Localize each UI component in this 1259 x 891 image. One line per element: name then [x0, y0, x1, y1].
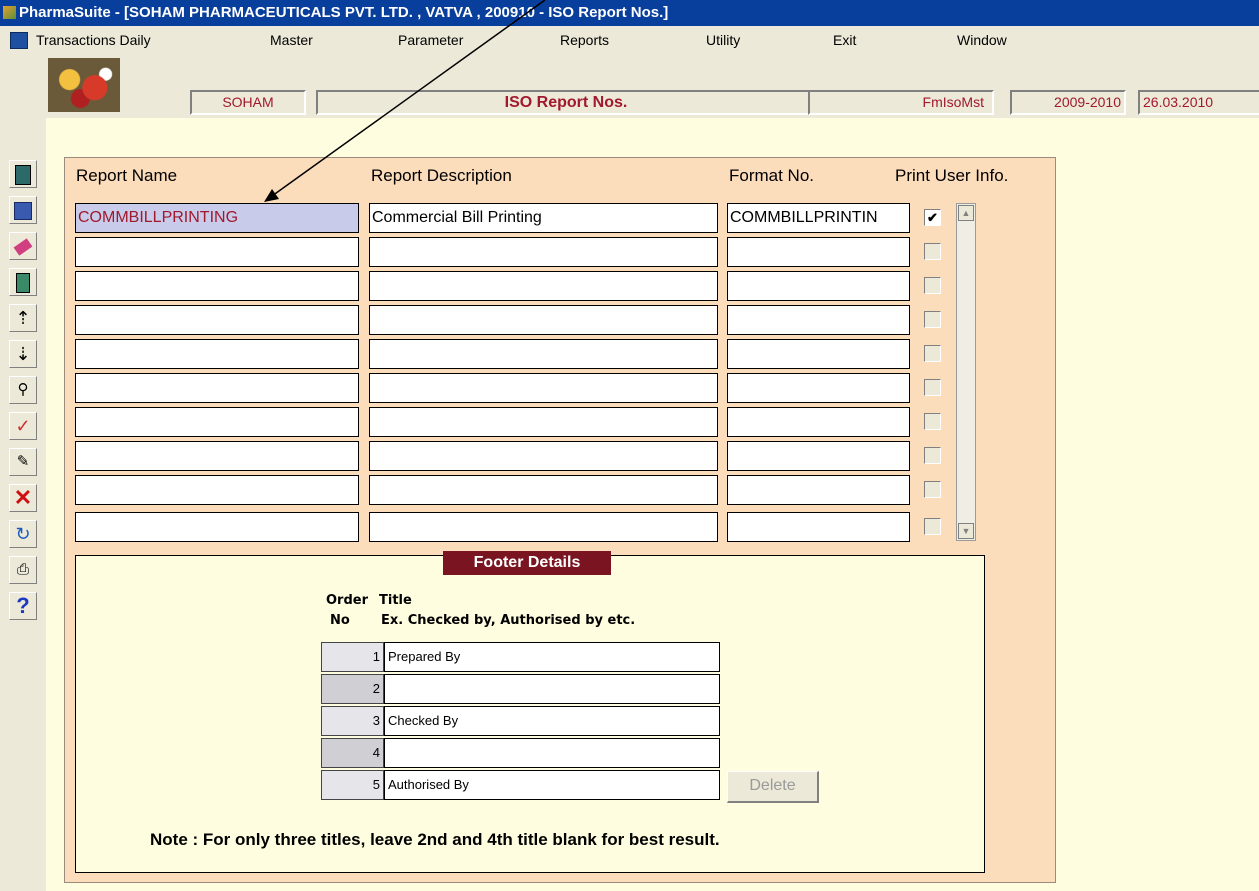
format-no-cell[interactable] — [727, 475, 910, 505]
report-name-cell[interactable] — [75, 512, 359, 542]
order-no-cell: 5 — [321, 770, 384, 800]
report-name-cell[interactable] — [75, 407, 359, 437]
report-description-cell[interactable] — [369, 339, 718, 369]
date-field: 26.03.2010 — [1138, 90, 1259, 115]
footer-title-input[interactable]: Prepared By — [384, 642, 720, 672]
report-name-cell[interactable] — [75, 271, 359, 301]
pen-icon[interactable]: ✎ — [9, 448, 37, 476]
grid-scrollbar[interactable]: ▲ ▼ — [956, 203, 976, 541]
footer-header-example: Ex. Checked by, Authorised by etc. — [381, 613, 636, 628]
footer-header-order: Order — [326, 593, 368, 608]
format-no-cell[interactable] — [727, 339, 910, 369]
menu-bar: Transactions Daily Master Parameter Repo… — [0, 26, 1259, 54]
format-no-cell[interactable] — [727, 271, 910, 301]
report-name-cell[interactable] — [75, 339, 359, 369]
format-no-cell[interactable] — [727, 407, 910, 437]
report-description-cell[interactable] — [369, 237, 718, 267]
header-print-user-info: Print User Info. — [895, 166, 1009, 185]
arrow-down-icon[interactable]: ⇣ — [9, 340, 37, 368]
print-user-info-checkbox[interactable]: ✔ — [924, 209, 941, 226]
checkmark-icon[interactable]: ✓ — [9, 412, 37, 440]
arrow-up-icon[interactable]: ⇡ — [9, 304, 37, 332]
footer-title-input[interactable]: Checked By — [384, 706, 720, 736]
menu-exit[interactable]: Exit — [833, 26, 856, 54]
footer-title-input[interactable] — [384, 674, 720, 704]
print-user-info-checkbox[interactable] — [924, 518, 941, 535]
print-icon[interactable]: ⎙ — [9, 556, 37, 584]
exit-door-icon[interactable] — [9, 268, 37, 296]
print-user-info-checkbox[interactable] — [924, 413, 941, 430]
mdi-window-icon[interactable] — [10, 32, 28, 49]
format-no-cell[interactable] — [727, 441, 910, 471]
footer-note: Note : For only three titles, leave 2nd … — [150, 830, 720, 849]
binoculars-icon[interactable]: ⚲ — [9, 376, 37, 404]
report-description-cell[interactable] — [369, 512, 718, 542]
eraser-icon[interactable] — [9, 232, 37, 260]
print-user-info-checkbox[interactable] — [924, 311, 941, 328]
report-description-cell[interactable] — [369, 271, 718, 301]
format-no-cell[interactable] — [727, 305, 910, 335]
header-format-no: Format No. — [729, 166, 815, 185]
footer-title-input[interactable] — [384, 738, 720, 768]
order-no-cell: 1 — [321, 642, 384, 672]
footer-header-no: No — [330, 613, 350, 628]
footer-title-input[interactable]: Authorised By — [384, 770, 720, 800]
form-name-field: FmIsoMst — [808, 90, 994, 115]
report-name-cell[interactable] — [75, 237, 359, 267]
save-icon[interactable] — [9, 196, 37, 224]
format-no-cell[interactable] — [727, 512, 910, 542]
print-user-info-checkbox[interactable] — [924, 277, 941, 294]
company-code-field: SOHAM — [190, 90, 306, 115]
report-name-cell[interactable]: COMMBILLPRINTING — [75, 203, 359, 233]
order-no-cell: 4 — [321, 738, 384, 768]
report-name-cell[interactable] — [75, 475, 359, 505]
refresh-icon[interactable]: ↻ — [9, 520, 37, 548]
report-name-cell[interactable] — [75, 305, 359, 335]
report-description-cell[interactable] — [369, 407, 718, 437]
window-titlebar: PharmaSuite - [SOHAM PHARMACEUTICALS PVT… — [0, 0, 1259, 26]
order-no-cell: 3 — [321, 706, 384, 736]
screen-title-field: ISO Report Nos. — [316, 90, 816, 115]
menu-transactions-daily[interactable]: Transactions Daily — [36, 26, 151, 54]
report-name-cell[interactable] — [75, 373, 359, 403]
menu-parameter[interactable]: Parameter — [398, 26, 463, 54]
report-description-cell[interactable] — [369, 373, 718, 403]
report-description-cell[interactable] — [369, 305, 718, 335]
header-report-description: Report Description — [371, 166, 512, 185]
order-no-cell: 2 — [321, 674, 384, 704]
format-no-cell[interactable] — [727, 237, 910, 267]
report-name-cell[interactable] — [75, 441, 359, 471]
form-icon[interactable] — [9, 160, 37, 188]
report-description-cell[interactable] — [369, 441, 718, 471]
print-user-info-checkbox[interactable] — [924, 481, 941, 498]
menu-window[interactable]: Window — [957, 26, 1007, 54]
window-title: PharmaSuite - [SOHAM PHARMACEUTICALS PVT… — [19, 4, 669, 21]
print-user-info-checkbox[interactable] — [924, 379, 941, 396]
app-icon — [3, 6, 16, 19]
company-logo-image — [48, 58, 120, 112]
report-description-cell[interactable] — [369, 475, 718, 505]
menu-utility[interactable]: Utility — [706, 26, 740, 54]
report-description-cell[interactable]: Commercial Bill Printing — [369, 203, 718, 233]
scroll-up-icon[interactable]: ▲ — [958, 205, 974, 221]
print-user-info-checkbox[interactable] — [924, 447, 941, 464]
menu-master[interactable]: Master — [270, 26, 313, 54]
scroll-down-icon[interactable]: ▼ — [958, 523, 974, 539]
footer-details-title: Footer Details — [443, 551, 611, 575]
menu-reports[interactable]: Reports — [560, 26, 609, 54]
header-report-name: Report Name — [76, 166, 178, 185]
delete-button[interactable]: Delete — [727, 771, 819, 803]
format-no-cell[interactable] — [727, 373, 910, 403]
print-user-info-checkbox[interactable] — [924, 243, 941, 260]
help-icon[interactable]: ? — [9, 592, 37, 620]
delete-x-icon[interactable]: ✕ — [9, 484, 37, 512]
format-no-cell[interactable]: COMMBILLPRINTIN — [727, 203, 910, 233]
financial-year-field: 2009-2010 — [1010, 90, 1126, 115]
footer-header-title: Title — [379, 593, 412, 608]
print-user-info-checkbox[interactable] — [924, 345, 941, 362]
